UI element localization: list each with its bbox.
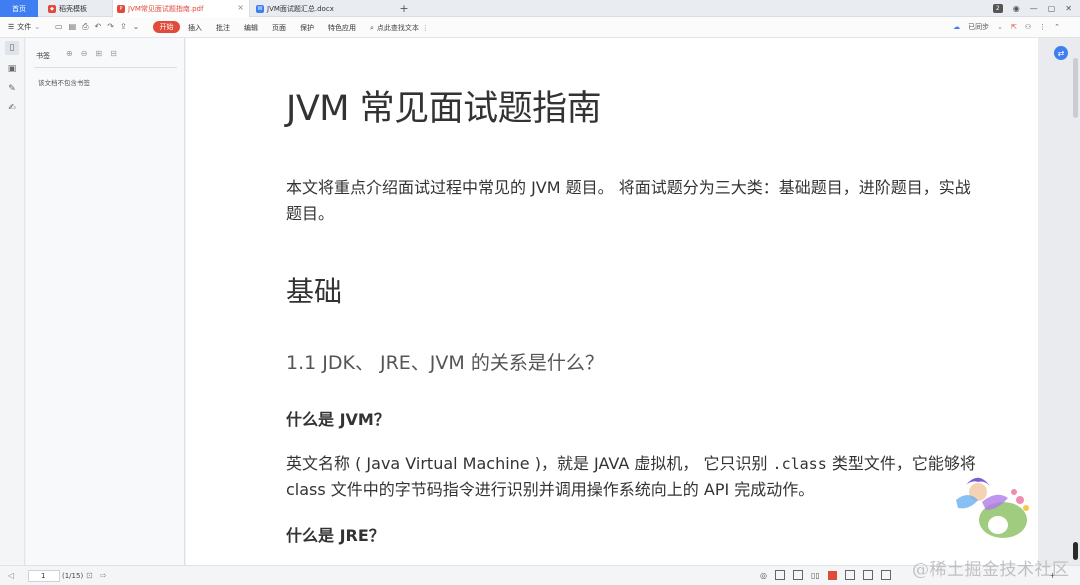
annotation-icon[interactable]: ✎	[5, 82, 19, 96]
panel-divider	[34, 67, 177, 68]
search-box[interactable]: ⌕ 点此查找文本 ⋮	[370, 23, 429, 33]
toolbar: ☰ 文件 ⌄ ▭ ▤ ⎙ ↶ ↷ ⇪ ⌄ 开始 插入 批注 编辑 页面 保护 特…	[0, 17, 1080, 38]
doc-section-heading: 基础	[286, 275, 343, 308]
menu-page[interactable]: 页面	[272, 23, 286, 33]
avatar-icon[interactable]: ◉	[1013, 4, 1020, 13]
translate-icon[interactable]: ⇄	[1054, 46, 1068, 60]
search-placeholder: 点此查找文本	[376, 24, 419, 32]
maximize-icon[interactable]: ▢	[1048, 4, 1056, 13]
eye-icon[interactable]: ◎	[760, 571, 767, 580]
panel-empty-message: 该文档不包含书签	[38, 79, 90, 87]
more-icon[interactable]: ⌄	[133, 22, 140, 32]
scrollbar-thumb[interactable]	[1073, 58, 1078, 118]
word-icon: W	[256, 4, 264, 13]
doc-paragraph: 英文名称 ( Java Virtual Machine )，就是 JAVA 虚拟…	[286, 451, 976, 503]
start-button[interactable]: 开始	[153, 21, 180, 33]
collapse-icon[interactable]: ⌃	[1054, 23, 1060, 31]
tab-home[interactable]: 首页	[0, 0, 38, 17]
page-jump-icon[interactable]: ⊡	[86, 571, 93, 580]
page-number-input[interactable]: 1	[28, 570, 60, 582]
menu-edit[interactable]: 编辑	[244, 23, 258, 33]
print-icon[interactable]: ⎙	[82, 22, 88, 32]
fairy-illustration	[956, 477, 1029, 538]
tab-docx[interactable]: W JVM面试题汇总.docx	[252, 0, 390, 17]
quick-access: ▭ ▤ ⎙ ↶ ↷ ⇪ ⌄	[55, 22, 139, 32]
expand-icon[interactable]: ⊞	[95, 49, 102, 58]
pdf-icon: P	[117, 4, 125, 13]
fit-page-icon[interactable]	[862, 570, 873, 580]
doc-question-jvm: 什么是 JVM？	[286, 410, 390, 429]
redo-icon[interactable]: ↷	[107, 22, 114, 32]
tab-docx-label: JVM面试题汇总.docx	[267, 4, 334, 13]
page-count: (1/15)	[62, 572, 84, 580]
document-area[interactable]: JVM 常见面试题指南 本文将重点介绍面试过程中常见的 JVM 题目。 将面试题…	[186, 38, 1080, 565]
undo-icon[interactable]: ↶	[95, 22, 102, 32]
menu-icon: ☰	[8, 23, 15, 31]
tab-template-label: 稻壳模板	[59, 4, 87, 13]
tab-bar: 首页 ◆ 稻壳模板 P JVM常见面试题指南.pdf × W JVM面试题汇总.…	[0, 0, 1080, 17]
window-controls: 2 ◉ — ▢ ✕	[992, 0, 1080, 17]
scrollbar-marker	[1073, 542, 1078, 560]
menu-features[interactable]: 特色应用	[328, 23, 356, 33]
panel-title: 书签	[36, 52, 50, 60]
bookmark-panel: 书签 ⊕ ⊖ ⊞ ⊟ 该文档不包含书签	[26, 38, 185, 565]
collaborate-icon[interactable]: ⚇	[1025, 23, 1031, 31]
menu-protect[interactable]: 保护	[300, 23, 314, 33]
file-label: 文件	[17, 23, 32, 31]
tab-pdf-label: JVM常见面试题指南.pdf	[128, 4, 204, 13]
doc-title: JVM 常见面试题指南	[286, 89, 602, 129]
watermark: @稀土掘金技术社区	[912, 560, 1070, 580]
dual-page-icon[interactable]: ▯▯	[811, 571, 820, 580]
sync-icon: ☁	[953, 23, 961, 31]
side-rail: ▯ ▣ ✎ ✍	[0, 38, 25, 565]
delete-bookmark-icon[interactable]: ⊖	[81, 49, 88, 58]
settings-icon[interactable]: ⋮	[1039, 23, 1046, 31]
tab-pdf[interactable]: P JVM常见面试题指南.pdf ×	[112, 0, 250, 17]
menu-annotate[interactable]: 批注	[216, 23, 230, 33]
open-icon[interactable]: ▭	[55, 22, 63, 32]
tab-template[interactable]: ◆ 稻壳模板	[44, 0, 109, 17]
tab-home-label: 首页	[12, 4, 26, 13]
toolbar-right: ☁ 已同步 ⌄ ⇱ ⚇ ⋮ ⌃	[953, 22, 1060, 32]
minimize-icon[interactable]: —	[1030, 4, 1038, 13]
pdf-page[interactable]: JVM 常见面试题指南 本文将重点介绍面试过程中常见的 JVM 题目。 将面试题…	[186, 38, 1038, 565]
save-icon[interactable]: ▤	[69, 22, 77, 32]
vertical-scrollbar[interactable]	[1071, 38, 1080, 565]
doc-subsection-heading: 1.1 JDK、 JRE、JVM 的关系是什么？	[286, 352, 604, 374]
doc-paragraph-text: 英文名称 ( Java Virtual Machine )，就是 JAVA 虚拟…	[286, 454, 773, 473]
single-page-icon[interactable]	[774, 570, 785, 580]
docer-icon: ◆	[48, 4, 56, 13]
share-icon[interactable]: ⇱	[1011, 23, 1017, 31]
bookmark-icon[interactable]: ▯	[5, 41, 19, 55]
sync-status[interactable]: 已同步	[968, 22, 989, 32]
play-icon[interactable]	[827, 570, 837, 580]
next-page-icon[interactable]: ⇨	[100, 571, 107, 580]
view-controls: ◎ ▯▯	[760, 570, 891, 580]
more-options-icon[interactable]: ⋮	[422, 24, 429, 32]
search-icon: ⌕	[370, 23, 374, 32]
chevron-down-icon[interactable]: ⌄	[997, 23, 1003, 31]
window-count-badge[interactable]: 2	[992, 4, 1003, 13]
fit-width-icon[interactable]	[844, 570, 855, 580]
signature-icon[interactable]: ✍	[5, 101, 19, 115]
chevron-down-icon: ⌄	[34, 23, 41, 31]
export-icon[interactable]: ⇪	[120, 22, 127, 32]
close-window-icon[interactable]: ✕	[1065, 4, 1072, 13]
panel-tools: ⊕ ⊖ ⊞ ⊟	[66, 49, 117, 58]
menu-insert[interactable]: 插入	[188, 23, 202, 33]
close-icon[interactable]: ×	[237, 3, 244, 12]
doc-question-jre: 什么是 JRE？	[286, 526, 385, 545]
add-bookmark-icon[interactable]: ⊕	[66, 49, 73, 58]
new-tab-button[interactable]: +	[397, 0, 411, 17]
doc-intro: 本文将重点介绍面试过程中常见的 JVM 题目。 将面试题分为三大类：基础题目，进…	[286, 178, 971, 223]
file-menu-button[interactable]: ☰ 文件 ⌄	[8, 22, 40, 32]
collapse-all-icon[interactable]: ⊟	[110, 49, 117, 58]
thumbnail-icon[interactable]: ▣	[5, 62, 19, 76]
prev-page-icon[interactable]: ◁	[8, 571, 14, 580]
continuous-page-icon[interactable]	[792, 570, 803, 580]
fullscreen-icon[interactable]	[880, 570, 891, 580]
doc-inline-code: .class	[772, 455, 827, 473]
